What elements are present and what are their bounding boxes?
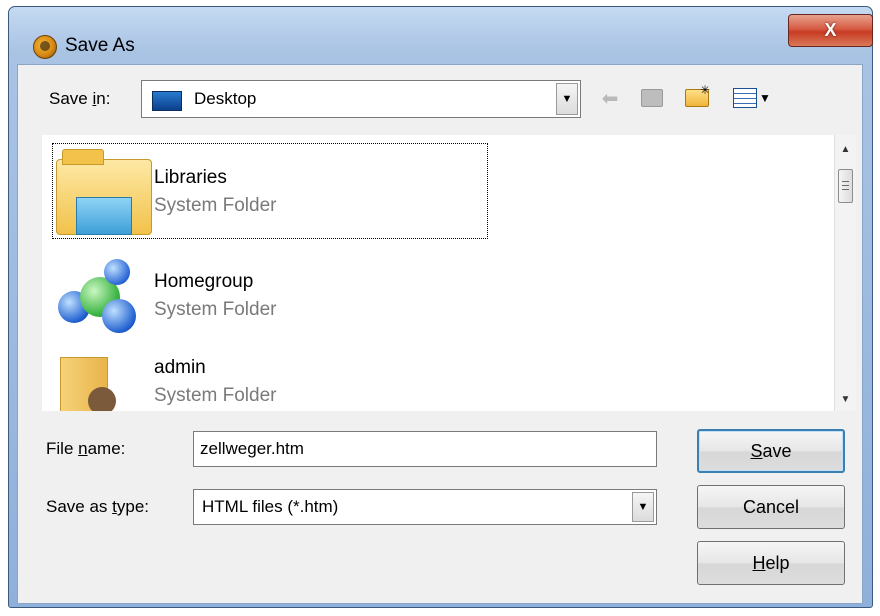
app-icon (33, 35, 57, 59)
libraries-icon (56, 149, 152, 235)
close-button[interactable]: X (788, 14, 873, 47)
desktop-icon (152, 91, 182, 111)
save-in-dropdown-arrow[interactable]: ▼ (556, 83, 578, 115)
back-arrow-icon[interactable]: ⬅ (597, 85, 623, 111)
file-name-input[interactable]: zellweger.htm (193, 431, 657, 467)
new-folder-icon[interactable]: ✳ (684, 83, 710, 109)
scroll-thumb[interactable] (838, 169, 853, 203)
item-name: Homegroup (154, 271, 254, 292)
user-folder-icon (60, 357, 130, 411)
help-button[interactable]: Help (697, 541, 845, 585)
up-folder-icon[interactable] (639, 85, 665, 111)
view-menu-icon[interactable]: ▼ (729, 85, 775, 111)
save-in-label: Save in: (49, 89, 111, 108)
list-item-admin[interactable]: admin System Folder (42, 357, 542, 411)
scroll-down-arrow-icon[interactable]: ▼ (835, 389, 856, 409)
item-type: System Folder (154, 195, 277, 216)
file-list[interactable]: Libraries System Folder Homegroup System… (42, 135, 838, 411)
list-item-homegroup[interactable]: Homegroup System Folder (42, 251, 542, 347)
item-type: System Folder (154, 299, 277, 320)
item-name: admin (154, 357, 206, 378)
list-item-libraries[interactable]: Libraries System Folder (42, 145, 542, 241)
homegroup-icon (52, 257, 150, 343)
save-in-value: Desktop (194, 89, 257, 108)
save-button[interactable]: Save (697, 429, 845, 473)
save-as-type-label: Save as type: (46, 497, 150, 516)
close-icon: X (824, 20, 837, 40)
save-as-type-dropdown-arrow[interactable]: ▼ (632, 492, 654, 522)
save-as-type-select[interactable]: HTML files (*.htm) ▼ (193, 489, 657, 525)
cancel-button[interactable]: Cancel (697, 485, 845, 529)
save-in-combo[interactable]: Desktop ▼ (141, 80, 581, 118)
file-name-label: File name: (46, 439, 126, 458)
item-name: Libraries (154, 167, 227, 188)
item-type: System Folder (154, 385, 277, 406)
scroll-up-arrow-icon[interactable]: ▲ (835, 139, 856, 159)
file-list-scrollbar[interactable]: ▲ ▼ (834, 135, 856, 411)
dialog-client-area: Save in: Desktop ▼ ⬅ ✳ ▼ Libraries Syste… (17, 64, 863, 604)
save-as-type-value: HTML files (*.htm) (202, 497, 339, 516)
window-title: Save As (65, 35, 135, 56)
